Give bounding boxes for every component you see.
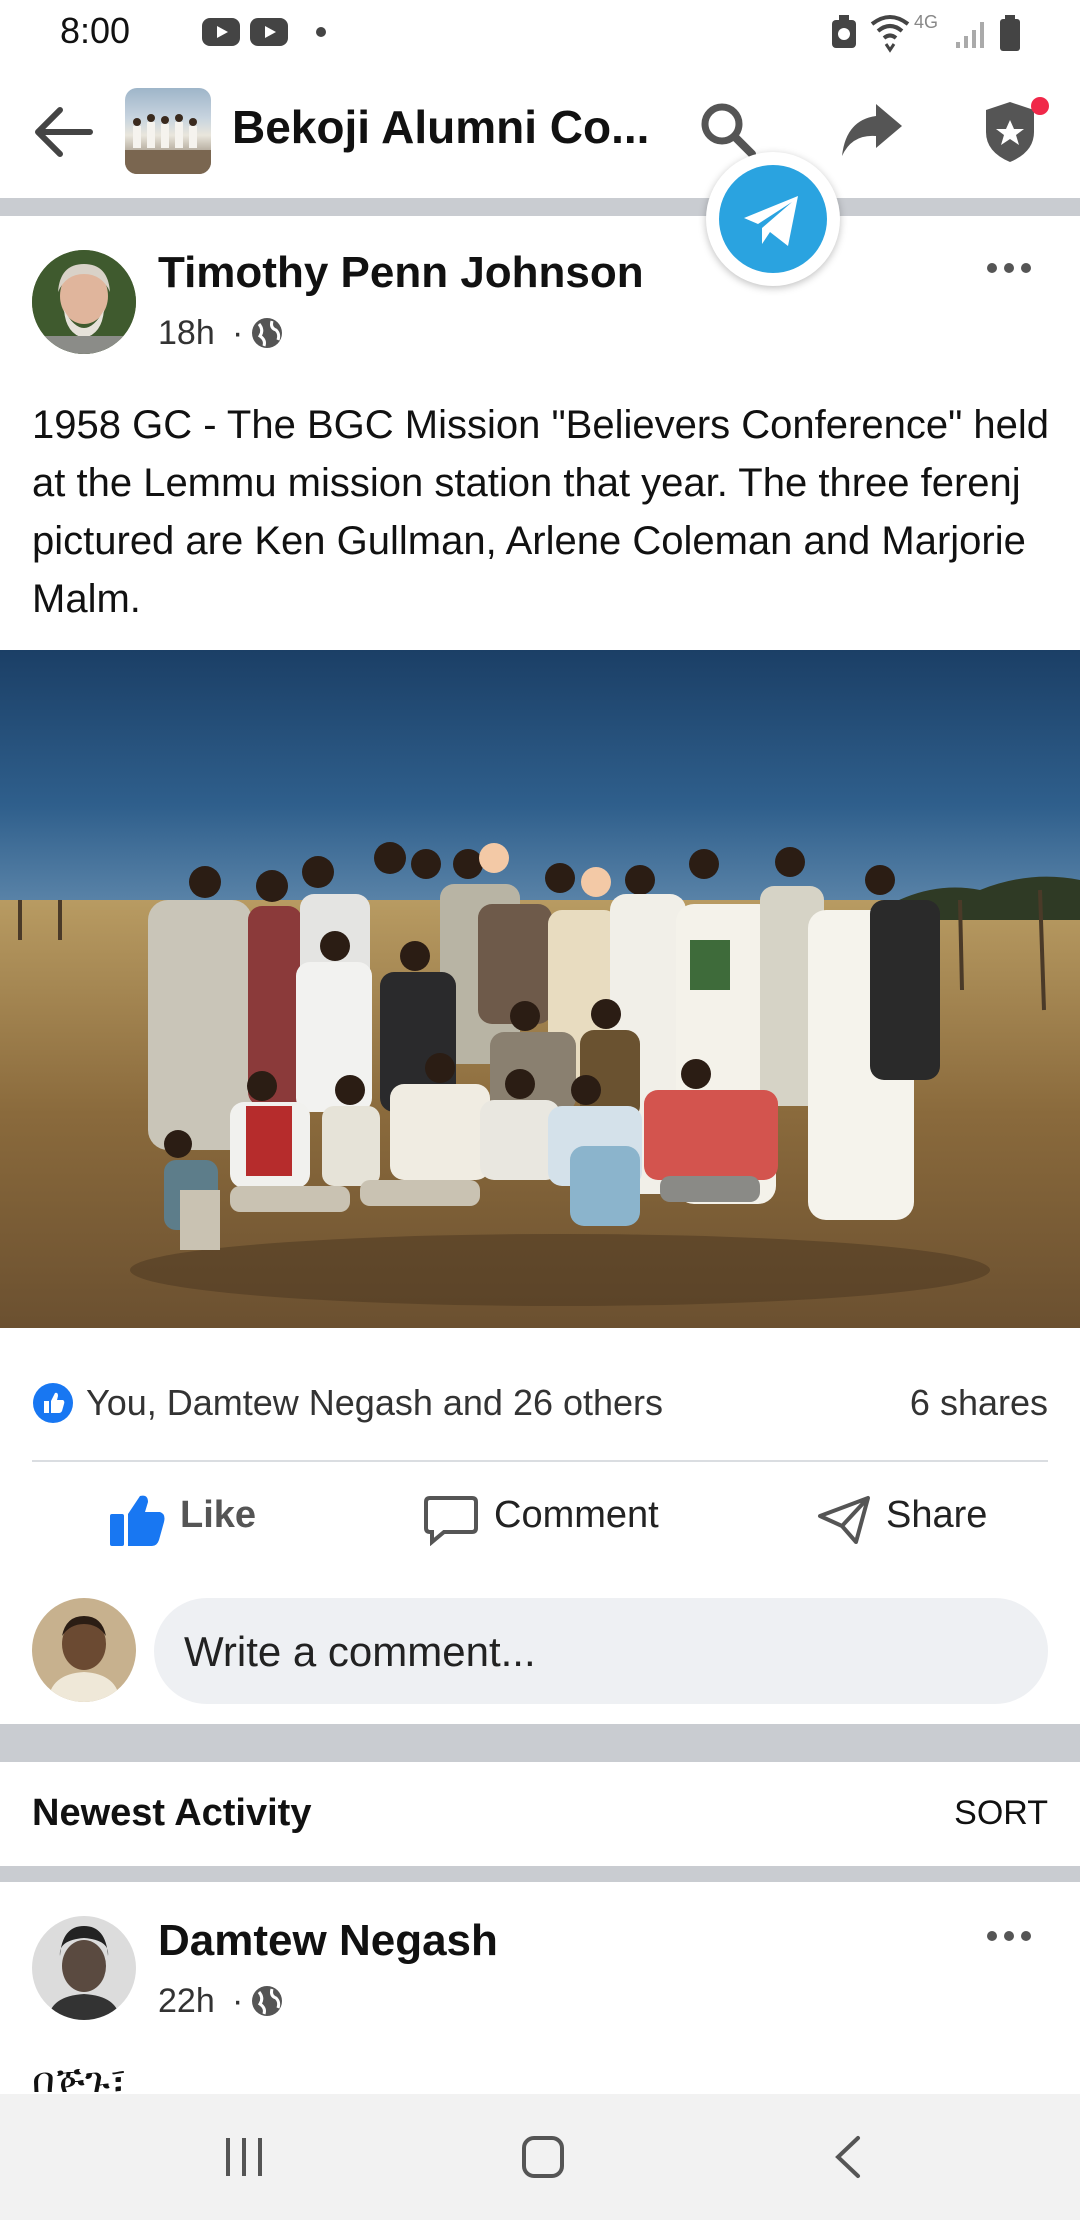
admin-shield-icon[interactable] (980, 96, 1052, 166)
telegram-bubble[interactable] (706, 152, 840, 286)
author-name[interactable]: Timothy Penn Johnson (158, 248, 644, 298)
youtube-notification-icon (202, 18, 240, 46)
like-label: Like (180, 1494, 257, 1536)
comment-timestamp: 22h (158, 1982, 215, 2020)
section-divider (0, 1866, 1080, 1882)
section-divider (0, 1724, 1080, 1762)
thumbs-up-icon (110, 1495, 165, 1546)
back-nav-icon[interactable] (830, 2134, 866, 2180)
signal-icon (956, 22, 984, 48)
user-avatar[interactable] (32, 1598, 136, 1702)
group-title: Bekoji Alumni Co... (232, 101, 650, 153)
globe-icon (252, 318, 282, 348)
like-button[interactable]: Like (100, 1478, 340, 1562)
wifi-icon (870, 15, 910, 53)
comment-label: Comment (494, 1494, 659, 1536)
post-timestamp: 18h (158, 314, 215, 352)
like-reaction-icon (33, 1383, 73, 1423)
more-options-icon[interactable] (986, 258, 1032, 278)
group-avatar[interactable] (125, 88, 211, 174)
section-divider (0, 198, 1080, 216)
separator-dot: · (232, 1982, 244, 2020)
share-button[interactable]: Share (814, 1478, 1034, 1562)
share-label: Share (886, 1494, 988, 1536)
share-arrow-icon[interactable] (840, 100, 904, 158)
status-time: 8:00 (60, 10, 131, 51)
divider (32, 1460, 1048, 1462)
network-type-label: 4G (914, 12, 939, 32)
battery-icon (1000, 15, 1020, 51)
data-saver-icon (832, 15, 856, 48)
comment-button[interactable]: Comment (420, 1478, 680, 1562)
author-avatar[interactable] (32, 250, 136, 354)
comment-input-placeholder: Write a comment... (184, 1628, 536, 1675)
newest-activity-label: Newest Activity (32, 1792, 312, 1834)
sort-button[interactable]: SORT (954, 1794, 1048, 1833)
shares-count[interactable]: 6 shares (910, 1382, 1048, 1424)
reactions-summary[interactable]: You, Damtew Negash and 26 others (86, 1382, 663, 1424)
more-notifications-dot-icon (316, 27, 326, 37)
separator-dot: · (232, 314, 244, 352)
more-options-icon[interactable] (986, 1926, 1032, 1946)
home-icon[interactable] (520, 2134, 566, 2180)
share-plane-icon (818, 1496, 870, 1544)
status-bar: 8:00 4G (0, 0, 1080, 66)
comment-text: በጅጉ፣ (32, 2060, 127, 2092)
globe-icon (252, 1986, 282, 2016)
youtube-notification-icon (250, 18, 288, 46)
commenter-avatar[interactable] (32, 1916, 136, 2020)
system-navigation-bar (0, 2094, 1080, 2220)
comment-bubble-icon (424, 1496, 478, 1546)
post-photo[interactable] (0, 650, 1080, 1328)
search-icon[interactable] (698, 100, 758, 160)
recent-apps-icon[interactable] (222, 2136, 266, 2178)
back-arrow-icon[interactable] (32, 104, 94, 160)
telegram-icon (719, 165, 827, 273)
post-text: 1958 GC - The BGC Mission "Believers Con… (32, 403, 1050, 621)
commenter-name[interactable]: Damtew Negash (158, 1916, 498, 1966)
